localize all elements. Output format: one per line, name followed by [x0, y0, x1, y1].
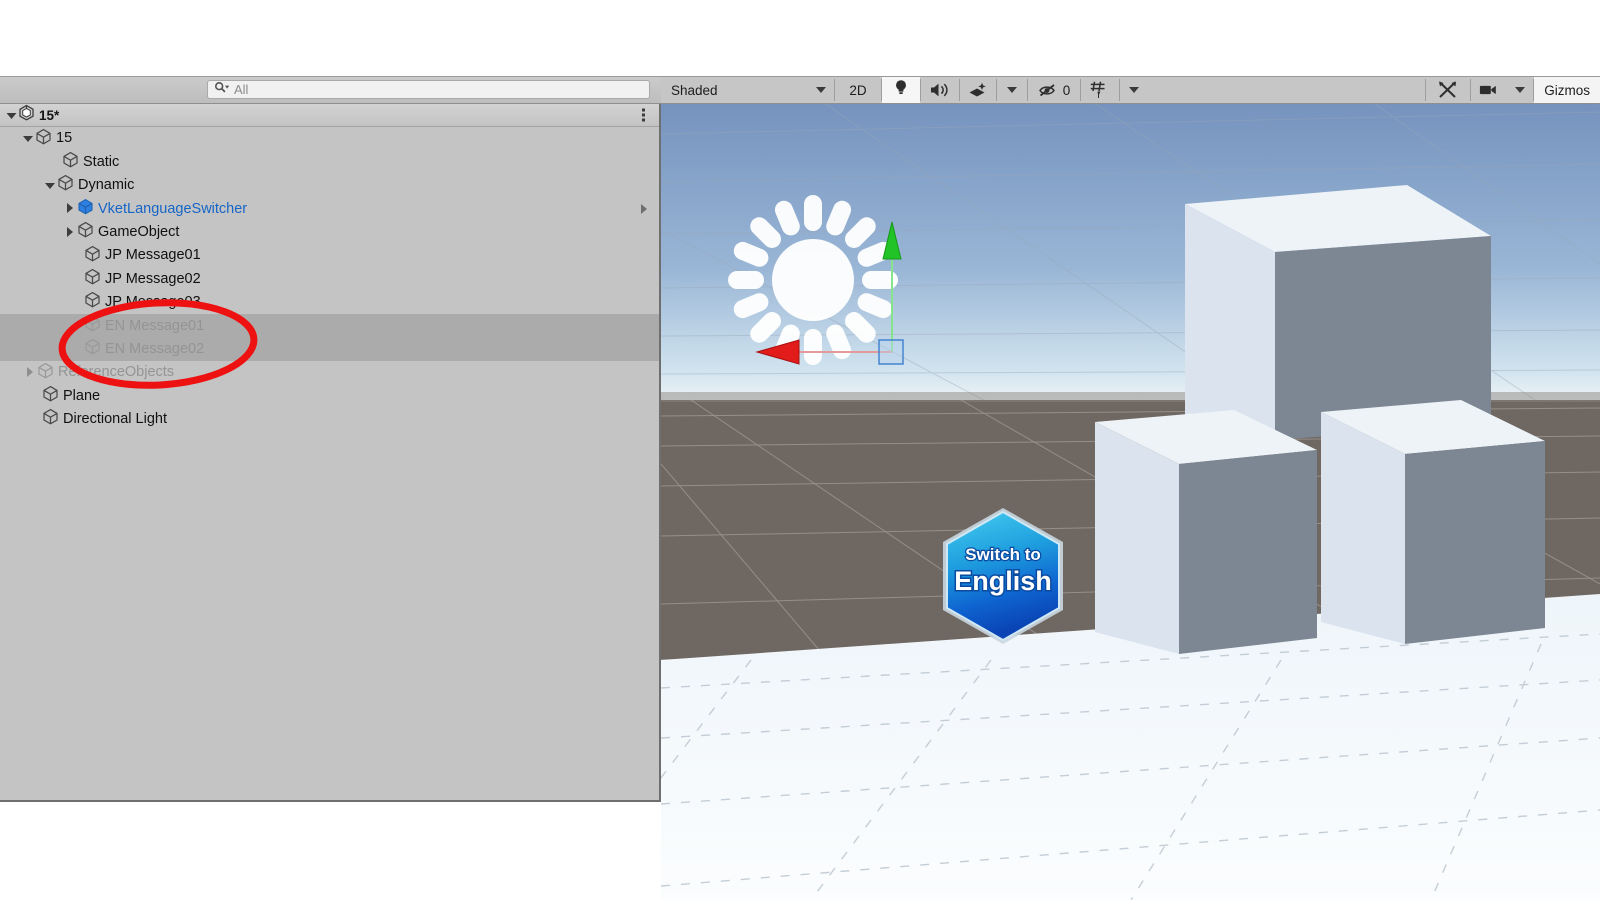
gameobject-cube-icon	[84, 245, 101, 267]
gameobject-cube-icon	[62, 151, 79, 173]
expand-toggle[interactable]	[44, 179, 57, 192]
fx-layers-icon	[969, 82, 986, 97]
hierarchy-row-jp-message03[interactable]: JP Message03	[0, 291, 659, 314]
toggle-2d-button[interactable]: 2D	[835, 77, 881, 103]
unity-scene-icon	[18, 104, 35, 126]
hierarchy-row-label: JP Message02	[105, 270, 201, 287]
kebab-menu-icon[interactable]	[642, 108, 645, 122]
hierarchy-tree: 15 Static Dynamic VketLanguageSwitcher G…	[0, 127, 659, 431]
speaker-icon	[931, 83, 948, 97]
gameobject-cube-icon	[77, 221, 94, 243]
cube-right-front	[1321, 400, 1545, 644]
hex-button-line1: Switch to	[965, 545, 1041, 564]
hierarchy-row-15[interactable]: 15	[0, 127, 659, 150]
gizmos-dropdown-button[interactable]: Gizmos	[1534, 77, 1600, 103]
cube-left-front	[1095, 410, 1317, 654]
gameobject-cube-icon	[35, 128, 52, 150]
search-icon	[214, 81, 230, 99]
search-input-value: All	[234, 82, 249, 97]
gizmos-label: Gizmos	[1544, 82, 1590, 98]
hierarchy-row-label: EN Message01	[105, 317, 205, 334]
hierarchy-row-vketlanguageswitcher[interactable]: VketLanguageSwitcher	[0, 197, 659, 220]
grid-snapping-button[interactable]	[1081, 77, 1119, 103]
expand-toggle[interactable]	[64, 202, 77, 215]
chevron-down-icon	[1129, 87, 1139, 93]
hierarchy-row-label: Plane	[63, 387, 101, 404]
hex-button-line2: English	[954, 566, 1052, 596]
scene-tools-button[interactable]	[1426, 77, 1470, 103]
toggle-effects-button[interactable]	[960, 77, 996, 103]
hierarchy-row-label: 15	[56, 130, 73, 147]
chevron-down-icon	[1007, 87, 1017, 93]
hierarchy-row-directional-light[interactable]: Directional Light	[0, 408, 659, 431]
gameobject-cube-icon	[84, 315, 101, 337]
hierarchy-row-label: Directional Light	[63, 411, 167, 428]
hierarchy-panel: 15* 15 Static Dynamic VketLanguageSwitch…	[0, 104, 661, 802]
hierarchy-row-en-message02[interactable]: EN Message02	[0, 337, 659, 361]
chevron-down-icon	[816, 87, 826, 93]
hierarchy-row-label: ReferenceObjects	[58, 364, 175, 381]
toggle-lighting-button[interactable]	[882, 77, 920, 103]
hierarchy-row-label: JP Message01	[105, 247, 201, 264]
grid-dropdown-button[interactable]	[1120, 77, 1148, 103]
toggle-audio-button[interactable]	[921, 77, 959, 103]
expand-toggle[interactable]	[24, 366, 37, 379]
scene-header-row[interactable]: 15*	[0, 104, 659, 127]
scene-view-toolbar: Shaded 2D 0 Gizmos	[661, 77, 1600, 103]
prefab-open-chevron-icon[interactable]	[641, 203, 647, 214]
hierarchy-row-jp-message02[interactable]: JP Message02	[0, 267, 659, 290]
expand-toggle[interactable]	[22, 132, 35, 145]
gameobject-cube-icon	[37, 362, 54, 384]
scene-name-label: 15*	[39, 107, 60, 123]
expand-toggle[interactable]	[64, 226, 77, 239]
chevron-down-icon	[1515, 87, 1526, 93]
directional-light-sun-icon	[728, 195, 898, 365]
scene-render: Switch to English	[661, 104, 1600, 900]
tools-icon	[1439, 81, 1457, 98]
scene-camera-button[interactable]	[1471, 77, 1507, 103]
gameobject-cube-icon	[57, 174, 74, 196]
hierarchy-row-label: Static	[83, 153, 120, 170]
gameobject-cube-icon	[42, 385, 59, 407]
scene-view[interactable]: Switch to English	[661, 104, 1600, 900]
hierarchy-row-referenceobjects[interactable]: ReferenceObjects	[0, 361, 659, 384]
hierarchy-row-label: VketLanguageSwitcher	[98, 200, 248, 217]
gameobject-cube-icon	[42, 408, 59, 430]
prefab-cube-icon	[77, 198, 94, 220]
gameobject-cube-icon	[84, 338, 101, 360]
lightbulb-icon	[893, 79, 909, 101]
effects-dropdown-button[interactable]	[997, 77, 1027, 103]
hierarchy-row-dynamic[interactable]: Dynamic	[0, 174, 659, 197]
grid-snap-icon	[1090, 81, 1105, 98]
shading-mode-dropdown[interactable]: Shaded	[661, 77, 834, 103]
hierarchy-row-label: JP Message03	[105, 294, 201, 311]
hierarchy-row-static[interactable]: Static	[0, 150, 659, 173]
hierarchy-search-input[interactable]: All	[207, 80, 650, 99]
hidden-objects-count: 0	[1062, 82, 1071, 98]
hierarchy-row-jp-message01[interactable]: JP Message01	[0, 244, 659, 267]
shading-mode-label: Shaded	[671, 82, 718, 98]
camera-icon	[1480, 85, 1497, 95]
hierarchy-row-gameobject[interactable]: GameObject	[0, 221, 659, 244]
gameobject-cube-icon	[84, 268, 101, 290]
hierarchy-row-label: GameObject	[98, 224, 180, 240]
gameobject-cube-icon	[84, 291, 101, 313]
hierarchy-row-en-message01[interactable]: EN Message01	[0, 314, 659, 338]
hierarchy-row-label: Dynamic	[78, 177, 135, 194]
eye-slash-icon	[1038, 84, 1055, 97]
hierarchy-row-label: EN Message02	[105, 340, 205, 357]
unity-editor-screenshot: All Shaded 2D 0 Gizmos 15* 15 Static Dyn…	[0, 0, 1600, 900]
scene-expand-toggle[interactable]	[5, 109, 18, 122]
camera-dropdown-button[interactable]	[1507, 77, 1533, 103]
hidden-objects-button[interactable]: 0	[1028, 77, 1080, 103]
hierarchy-row-plane[interactable]: Plane	[0, 384, 659, 407]
view-mode-2d-label: 2D	[849, 82, 867, 98]
